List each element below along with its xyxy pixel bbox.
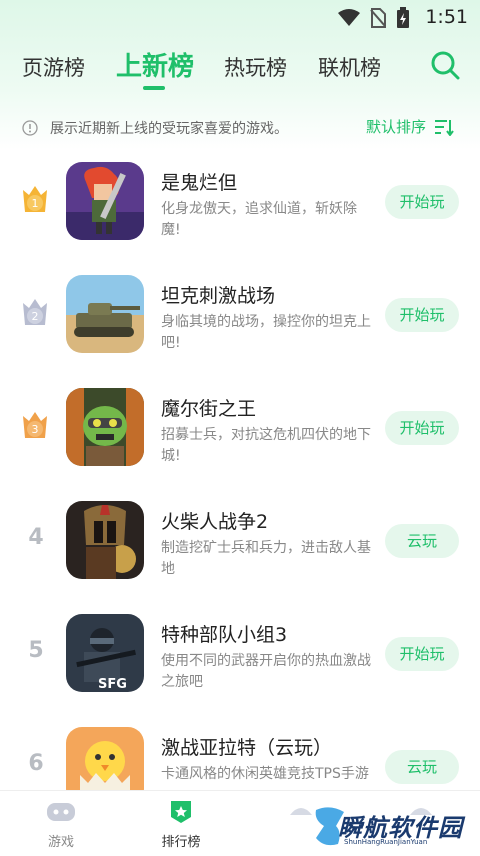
list-item[interactable]: 4 火柴人战争2 制造挖矿士兵和兵力，进击敌人基地 云玩 bbox=[0, 489, 480, 601]
tab-new[interactable]: 上新榜 bbox=[116, 46, 194, 83]
rank-number: 6 bbox=[28, 751, 44, 776]
start-play-button[interactable]: 开始玩 bbox=[385, 637, 459, 671]
tab-hot[interactable]: 热玩榜 bbox=[224, 52, 287, 82]
rank-number: 5 bbox=[28, 638, 44, 663]
tab-webgame[interactable]: 页游榜 bbox=[22, 52, 85, 82]
cloud-play-button[interactable]: 云玩 bbox=[385, 524, 459, 558]
rank-number: 2 bbox=[32, 310, 39, 323]
game-icon-stick-war[interactable] bbox=[66, 501, 144, 579]
ranking-tabs: 页游榜 上新榜 热玩榜 联机榜 bbox=[0, 44, 480, 94]
sort-label: 默认排序 bbox=[366, 118, 427, 136]
wifi-icon bbox=[338, 9, 360, 26]
start-play-button[interactable]: 开始玩 bbox=[385, 185, 459, 219]
sort-button[interactable]: 默认排序 bbox=[366, 116, 454, 137]
list-item[interactable]: 1 是鬼烂但 化身龙傲天，追求仙道，斩妖除魔! 开始玩 bbox=[0, 150, 480, 262]
rank-number: 1 bbox=[32, 197, 39, 210]
status-icons bbox=[338, 7, 410, 29]
status-bar: 1:51 bbox=[0, 0, 480, 34]
game-icon-ghost[interactable] bbox=[66, 162, 144, 240]
nav-ranking-label: 排行榜 bbox=[161, 835, 201, 850]
notice-text: 展示近期新上线的受玩家喜爱的游戏。 bbox=[50, 121, 288, 137]
game-description: 使用不同的武器开启你的热血激战之旅吧 bbox=[161, 653, 371, 690]
game-description: 身临其境的战场，操控你的坦克上吧! bbox=[161, 314, 371, 351]
notice-bar: 展示近期新上线的受玩家喜爱的游戏。 bbox=[22, 118, 288, 138]
game-description: 招募士兵，对抗这危机四伏的地下城! bbox=[161, 427, 371, 464]
rank-number: 3 bbox=[32, 423, 39, 436]
list-item[interactable]: 3 魔尔街之王 招募士兵，对抗这危机四伏的地下城! 开始玩 bbox=[0, 376, 480, 488]
site-watermark: 瞬航软件园 ShunHangRuanJianYuan bbox=[310, 800, 470, 852]
tab-multiplayer[interactable]: 联机榜 bbox=[318, 52, 381, 82]
silver-medal-icon: 2 bbox=[23, 299, 47, 325]
status-time: 1:51 bbox=[425, 6, 468, 28]
search-icon[interactable] bbox=[430, 50, 460, 80]
gold-medal-icon: 1 bbox=[23, 186, 47, 212]
game-description: 制造挖矿士兵和兵力，进击敌人基地 bbox=[161, 540, 371, 577]
game-name: 魔尔街之王 bbox=[161, 398, 257, 420]
game-name: 激战亚拉特（云玩） bbox=[161, 737, 333, 759]
gamepad-icon bbox=[47, 803, 75, 821]
watermark-subtext: ShunHangRuanJianYuan bbox=[344, 838, 428, 846]
game-description: 化身龙傲天，追求仙道，斩妖除魔! bbox=[161, 201, 357, 238]
nav-games-label: 游戏 bbox=[47, 835, 74, 850]
nav-ranking[interactable]: 排行榜 bbox=[146, 799, 216, 850]
game-icon-tank[interactable] bbox=[66, 275, 144, 353]
bronze-medal-icon: 3 bbox=[23, 412, 47, 438]
list-item[interactable]: 5 SFG 特种部队小组3 使用不同的武器开启你的热血激战之旅吧 开始玩 bbox=[0, 602, 480, 714]
game-name: 火柴人战争2 bbox=[161, 511, 269, 533]
ranking-icon bbox=[171, 801, 191, 823]
no-sim-icon bbox=[370, 8, 386, 28]
rank-number: 4 bbox=[28, 525, 44, 550]
cloud-play-button[interactable]: 云玩 bbox=[385, 750, 459, 784]
sort-icon bbox=[435, 119, 454, 136]
game-name: 特种部队小组3 bbox=[161, 624, 288, 646]
start-play-button[interactable]: 开始玩 bbox=[385, 298, 459, 332]
game-icon-goblin[interactable] bbox=[66, 388, 144, 466]
nav-games[interactable]: 游戏 bbox=[26, 799, 96, 850]
game-description: 卡通风格的休闲英雄竞技TPS手游 bbox=[161, 766, 369, 782]
game-name: 是鬼烂但 bbox=[161, 172, 238, 194]
game-name: 坦克刺激战场 bbox=[161, 285, 276, 307]
info-icon bbox=[22, 120, 38, 136]
battery-charging-icon bbox=[397, 7, 409, 28]
active-tab-indicator bbox=[143, 86, 165, 90]
game-icon-sfg[interactable]: SFG bbox=[66, 614, 144, 692]
list-item[interactable]: 2 坦克刺激战场 身临其境的战场，操控你的坦克上吧! 开始玩 bbox=[0, 263, 480, 375]
start-play-button[interactable]: 开始玩 bbox=[385, 411, 459, 445]
sfg-label: SFG bbox=[98, 677, 127, 692]
